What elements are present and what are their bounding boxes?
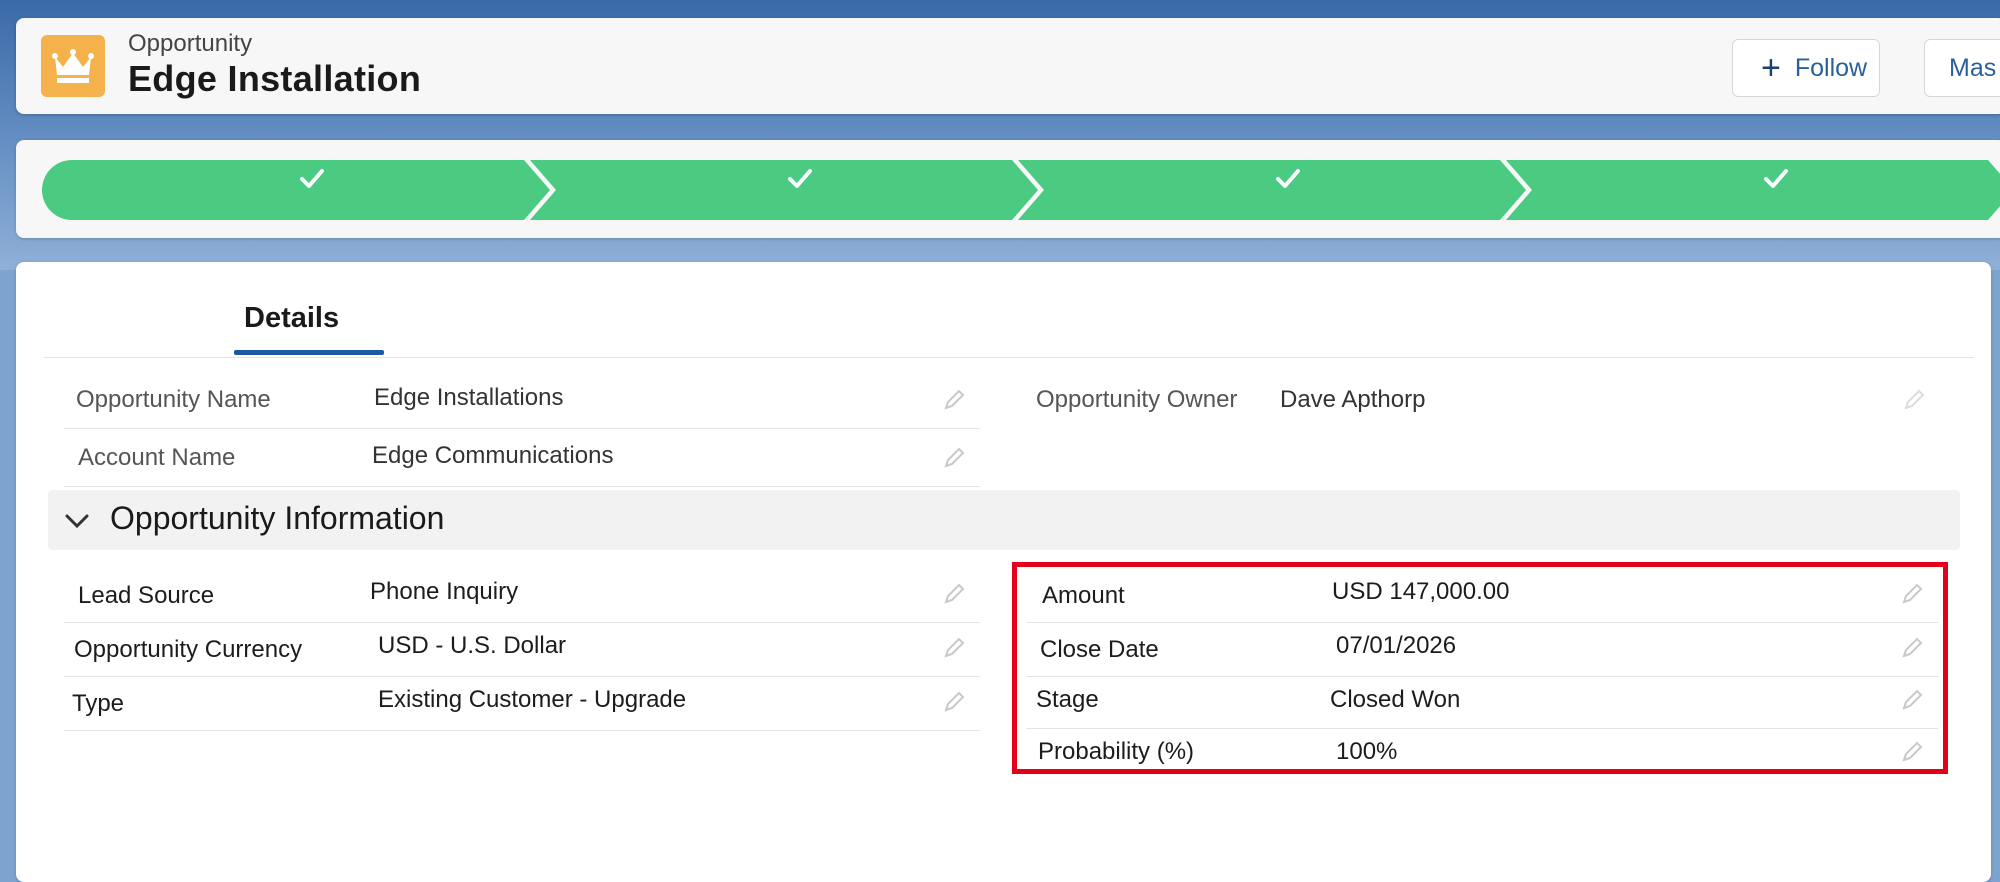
path-track	[42, 160, 2000, 220]
check-icon	[1276, 169, 1300, 188]
field-value: Phone Inquiry	[370, 578, 519, 605]
field-value: Edge Installations	[374, 384, 564, 411]
tab-details[interactable]: Details	[244, 302, 339, 335]
follow-button[interactable]: + Follow	[1732, 39, 1880, 97]
active-tab-indicator	[234, 350, 384, 355]
red-highlight-annotation	[1012, 562, 1948, 774]
field-opportunity-currency: Opportunity Currency USD - U.S. Dollar	[64, 620, 980, 677]
section-title: Opportunity Information	[110, 500, 445, 536]
field-value: Existing Customer - Upgrade	[378, 686, 687, 713]
pencil-icon[interactable]	[940, 634, 968, 662]
sales-path	[16, 140, 2000, 238]
field-opportunity-name: Opportunity Name Edge Installations	[64, 372, 980, 429]
check-icon	[1764, 169, 1788, 188]
field-value[interactable]: Edge Communications	[372, 442, 613, 470]
field-label: Account Name	[78, 444, 236, 471]
section-header-opportunity-information[interactable]: Opportunity Information	[48, 490, 1960, 550]
opportunity-crown-icon	[41, 35, 105, 97]
record-object-label: Opportunity	[128, 30, 253, 57]
field-label: Type	[72, 690, 125, 717]
follow-label: Follow	[1794, 53, 1868, 82]
pencil-icon[interactable]	[940, 688, 968, 716]
check-icon	[300, 169, 324, 188]
record-header: Opportunity Edge Installation + Follow M…	[16, 18, 2000, 114]
change-owner-icon[interactable]	[1900, 386, 1928, 414]
field-value: USD - U.S. Dollar	[378, 632, 567, 659]
master-button[interactable]: Mas	[1924, 39, 2000, 97]
field-label: Lead Source	[78, 582, 215, 609]
field-account-name: Account Name Edge Communications	[64, 430, 980, 487]
pencil-icon[interactable]	[940, 580, 968, 608]
path-step-2[interactable]	[530, 160, 1040, 220]
master-label: Mas	[1949, 53, 1997, 82]
field-label: Opportunity Owner	[1036, 386, 1238, 413]
field-lead-source: Lead Source Phone Inquiry	[64, 566, 980, 623]
pencil-icon[interactable]	[940, 386, 968, 414]
record-title: Edge Installation	[128, 58, 422, 99]
path-step-4[interactable]	[1506, 160, 2000, 220]
path-step-3[interactable]	[1018, 160, 1528, 220]
tab-bar: Details	[44, 262, 1974, 358]
field-value[interactable]: Dave Apthorp	[1280, 386, 1425, 414]
pencil-icon[interactable]	[940, 444, 968, 472]
field-label: Opportunity Currency	[74, 636, 303, 663]
field-label: Opportunity Name	[76, 386, 271, 413]
check-icon	[788, 169, 812, 188]
field-type: Type Existing Customer - Upgrade	[64, 674, 980, 731]
plus-icon: +	[1761, 49, 1781, 87]
chevron-down-icon	[65, 514, 89, 529]
field-opportunity-owner: Opportunity Owner Dave Apthorp	[1024, 372, 1928, 428]
path-step-1[interactable]	[42, 160, 552, 220]
